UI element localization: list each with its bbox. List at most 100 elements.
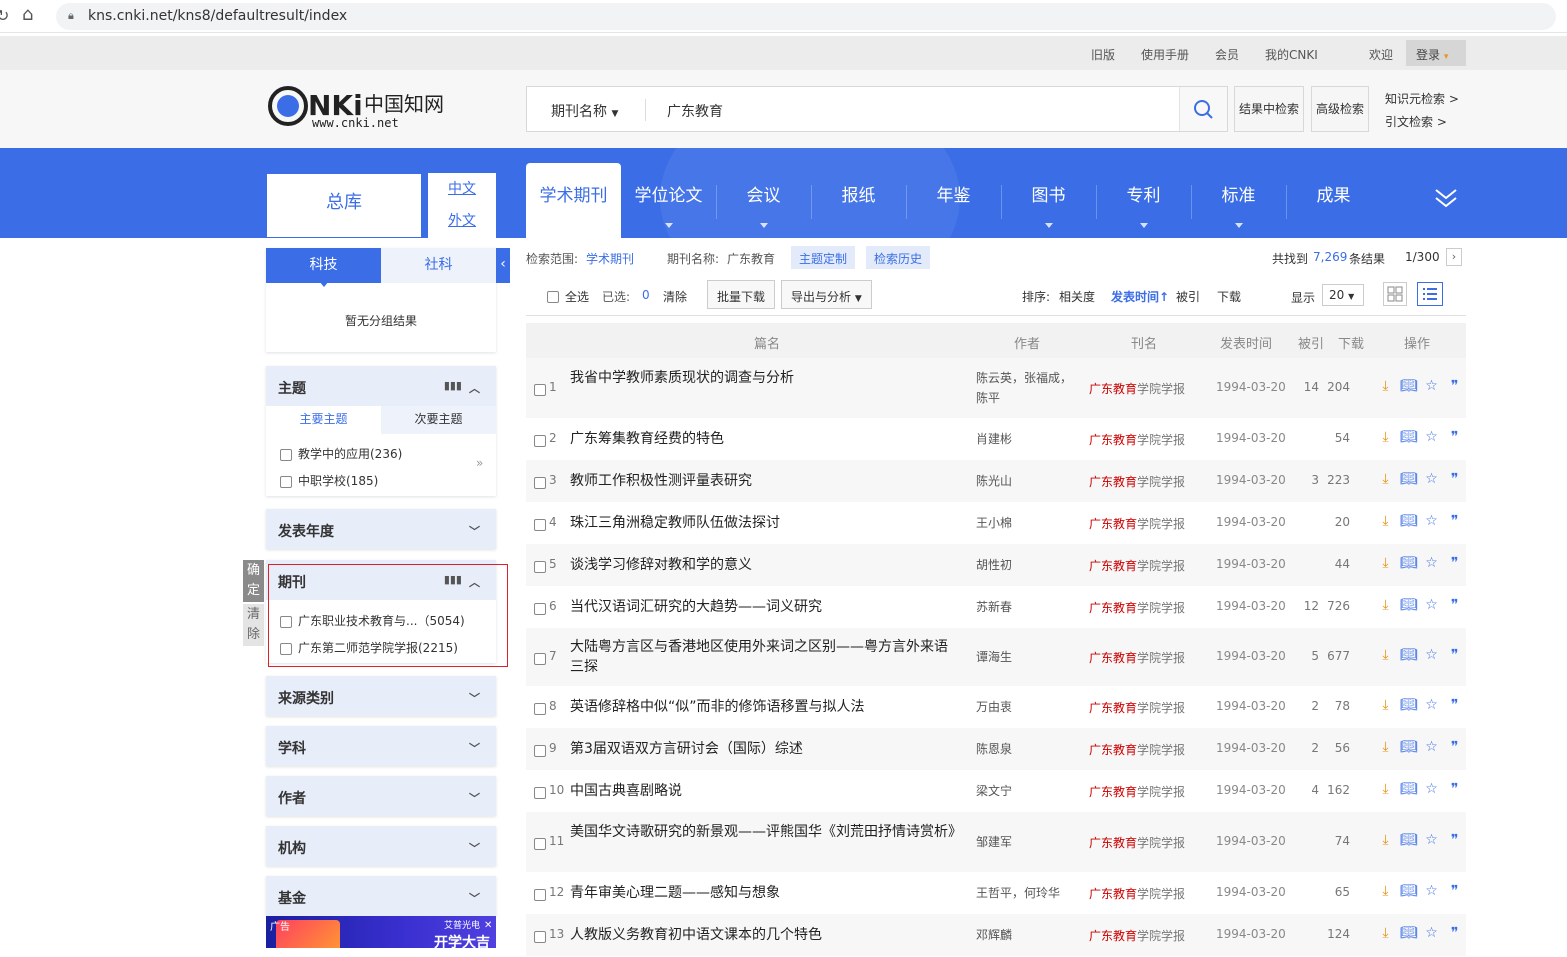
download-icon[interactable]: ⤓	[1374, 597, 1397, 613]
ad-banner[interactable]: 广告 艾普光电 开学大吉 ✕	[266, 916, 496, 948]
cited-count[interactable]: 2	[1289, 741, 1319, 755]
author-link[interactable]: 肖建彬	[976, 429, 1076, 449]
chevron-down-icon[interactable]: ﹀	[469, 840, 480, 856]
author-link[interactable]: 邓辉麟	[976, 925, 1076, 945]
quote-icon[interactable]: ❞	[1443, 925, 1466, 941]
row-checkbox[interactable]	[534, 701, 546, 716]
address-bar[interactable]: 🔒︎ kns.cnki.net/kns8/defaultresult/index	[56, 3, 1556, 30]
tab-patent[interactable]: 专利	[1096, 163, 1192, 238]
confirm-button[interactable]: 确定	[243, 560, 264, 602]
row-checkbox[interactable]	[534, 382, 546, 397]
download-icon[interactable]: ⤓	[1374, 739, 1397, 755]
download-icon[interactable]: ⤓	[1374, 697, 1397, 713]
row-checkbox[interactable]	[534, 929, 546, 944]
quote-icon[interactable]: ❞	[1443, 883, 1466, 899]
favorite-star-icon[interactable]: ☆	[1420, 832, 1443, 848]
article-title-link[interactable]: 大陆粤方言区与香港地区使用外来词之区别——粤方言外来语三探	[570, 637, 960, 677]
article-title-link[interactable]: 广东筹集教育经费的特色	[570, 429, 960, 449]
tab-newspaper[interactable]: 报纸	[811, 163, 907, 238]
journal-link[interactable]: 广东教育学院学报	[1089, 741, 1185, 758]
author-link[interactable]: 谭海生	[976, 647, 1076, 667]
topic-item[interactable]: 中职学校(185)	[280, 472, 378, 489]
author-link[interactable]: 王小棉	[976, 513, 1076, 533]
author-link[interactable]: 胡性初	[976, 555, 1076, 575]
article-title-link[interactable]: 教师工作积极性测评量表研究	[570, 471, 960, 491]
search-input[interactable]: 广东教育	[667, 101, 723, 121]
row-checkbox[interactable]	[534, 433, 546, 448]
next-page-button[interactable]: ›	[1446, 248, 1462, 266]
favorite-star-icon[interactable]: ☆	[1420, 697, 1443, 713]
article-title-link[interactable]: 当代汉语词汇研究的大趋势——词义研究	[570, 597, 960, 617]
journal-link[interactable]: 广东教育学院学报	[1089, 557, 1185, 574]
journal-link[interactable]: 广东教育学院学报	[1089, 599, 1185, 616]
cited-count[interactable]: 2	[1289, 699, 1319, 713]
member-link[interactable]: 会员	[1215, 46, 1239, 63]
fund-header[interactable]: 基金 ﹀	[266, 876, 496, 916]
read-online-icon[interactable]: 📖︎	[1397, 513, 1420, 529]
read-online-icon[interactable]: 📖︎	[1397, 739, 1420, 755]
favorite-star-icon[interactable]: ☆	[1420, 378, 1443, 394]
tab-academic-journal[interactable]: 学术期刊	[526, 163, 621, 238]
cited-count[interactable]: 12	[1289, 599, 1319, 613]
journal-link[interactable]: 广东教育学院学报	[1089, 649, 1185, 666]
row-checkbox[interactable]	[534, 785, 546, 800]
read-online-icon[interactable]: 📖︎	[1397, 471, 1420, 487]
home-icon[interactable]: ⌂	[22, 4, 33, 25]
cited-count[interactable]: 14	[1289, 380, 1319, 394]
article-title-link[interactable]: 第3届双语双方言研讨会（国际）综述	[570, 739, 960, 759]
cited-count[interactable]: 4	[1289, 783, 1319, 797]
favorite-star-icon[interactable]: ☆	[1420, 739, 1443, 755]
download-icon[interactable]: ⤓	[1374, 555, 1397, 571]
read-online-icon[interactable]: 📖︎	[1397, 378, 1420, 394]
quote-icon[interactable]: ❞	[1443, 429, 1466, 445]
journal-link[interactable]: 广东教育学院学报	[1089, 431, 1185, 448]
row-checkbox[interactable]	[534, 517, 546, 532]
journal-link[interactable]: 广东教育学院学报	[1089, 783, 1185, 800]
checkbox[interactable]	[280, 448, 292, 461]
download-icon[interactable]: ⤓	[1374, 378, 1397, 394]
manual-link[interactable]: 使用手册	[1141, 46, 1189, 63]
article-title-link[interactable]: 我省中学教师素质现状的调查与分析	[570, 368, 960, 388]
search-history-button[interactable]: 检索历史	[866, 246, 931, 269]
login-button[interactable]: 登录 ▾	[1406, 40, 1466, 66]
row-checkbox[interactable]	[534, 559, 546, 574]
tab-achievement[interactable]: 成果	[1286, 163, 1381, 238]
close-icon[interactable]: ✕	[484, 920, 492, 931]
author-header[interactable]: 作者 ﹀	[266, 776, 496, 816]
chevron-down-icon[interactable]: ﹀	[469, 790, 480, 806]
total-db-button[interactable]: 总库	[266, 173, 422, 238]
tab-conference[interactable]: 会议	[716, 163, 812, 238]
tab-social-science[interactable]: 社科	[381, 248, 496, 283]
discipline-header[interactable]: 学科 ﹀	[266, 726, 496, 766]
tab-books[interactable]: 图书	[1001, 163, 1097, 238]
sort-relevance[interactable]: 相关度	[1059, 288, 1095, 305]
favorite-star-icon[interactable]: ☆	[1420, 471, 1443, 487]
row-checkbox[interactable]	[534, 887, 546, 902]
foreign-link[interactable]: 外文	[428, 205, 496, 237]
author-link[interactable]: 邹建军	[976, 832, 1076, 852]
author-link[interactable]: 王哲平，何玲华	[976, 883, 1076, 903]
grid-view-icon[interactable]	[1383, 282, 1407, 306]
download-icon[interactable]: ⤓	[1374, 471, 1397, 487]
row-checkbox[interactable]	[534, 836, 546, 851]
download-icon[interactable]: ⤓	[1374, 513, 1397, 529]
favorite-star-icon[interactable]: ☆	[1420, 883, 1443, 899]
download-icon[interactable]: ⤓	[1374, 883, 1397, 899]
year-header[interactable]: 发表年度 ﹀	[266, 509, 496, 549]
export-analysis-button[interactable]: 导出与分析 ▼	[781, 280, 872, 309]
list-view-icon[interactable]	[1417, 282, 1443, 306]
quote-icon[interactable]: ❞	[1443, 739, 1466, 755]
journal-link[interactable]: 广东教育学院学报	[1089, 834, 1185, 851]
article-title-link[interactable]: 珠江三角洲稳定教师队伍做法探讨	[570, 513, 960, 533]
read-online-icon[interactable]: 📖︎	[1397, 429, 1420, 445]
citation-search-link[interactable]: 引文检索 >	[1385, 113, 1447, 130]
clear-button[interactable]: 清除	[243, 604, 264, 646]
row-checkbox[interactable]	[534, 601, 546, 616]
read-online-icon[interactable]: 📖︎	[1397, 647, 1420, 663]
article-title-link[interactable]: 人教版义务教育初中语文课本的几个特色	[570, 925, 960, 945]
quote-icon[interactable]: ❞	[1443, 513, 1466, 529]
journal-link[interactable]: 广东教育学院学报	[1089, 927, 1185, 944]
topic-header[interactable]: 主题 ▮▮▮ ︿	[266, 366, 496, 406]
tab-science[interactable]: 科技	[266, 248, 381, 283]
favorite-star-icon[interactable]: ☆	[1420, 647, 1443, 663]
